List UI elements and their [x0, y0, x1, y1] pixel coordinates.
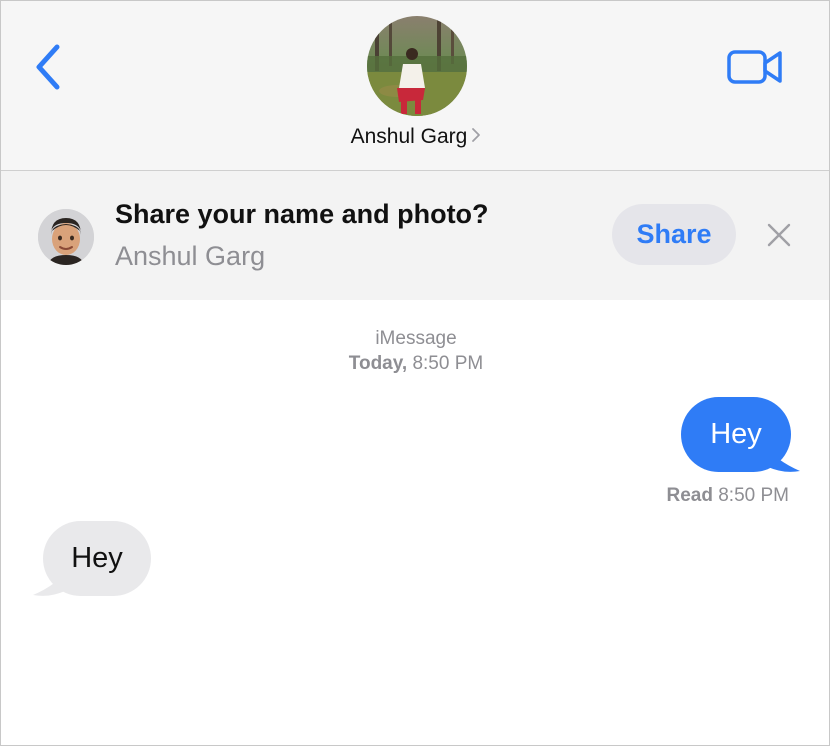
close-icon [767, 223, 791, 247]
facetime-video-button[interactable] [723, 45, 787, 89]
service-label: iMessage [375, 328, 457, 349]
contact-name: Anshul Garg [350, 125, 468, 148]
video-camera-icon [727, 50, 782, 84]
read-receipt: Read 8:50 PM [581, 485, 789, 507]
timestamp-day: Today, [348, 353, 408, 374]
contact-name-button[interactable]: Anshul Garg [1, 125, 829, 149]
chevron-right-icon [471, 125, 481, 149]
conversation-timestamp: Today, 8:50 PM [1, 353, 829, 375]
memoji-icon [38, 209, 94, 265]
conversation-header: Anshul Garg [1, 1, 829, 171]
sent-message-bubble[interactable]: Hey [681, 397, 791, 472]
memoji-avatar [38, 209, 94, 265]
timestamp-time: 8:50 PM [407, 353, 484, 374]
messages-window: Anshul Garg Share your name and photo? A… [0, 0, 830, 746]
banner-subtitle: Anshul Garg [115, 241, 266, 271]
dismiss-banner-button[interactable] [763, 219, 795, 251]
back-button[interactable] [29, 39, 69, 95]
share-button[interactable]: Share [612, 204, 736, 265]
chevron-left-icon [36, 44, 60, 90]
read-time: 8:50 PM [712, 485, 789, 506]
banner-title: Share your name and photo? [115, 199, 489, 229]
received-message-bubble[interactable]: Hey [43, 521, 151, 596]
read-label: Read [666, 485, 713, 506]
contact-photo [367, 16, 467, 116]
contact-avatar[interactable] [367, 16, 467, 116]
